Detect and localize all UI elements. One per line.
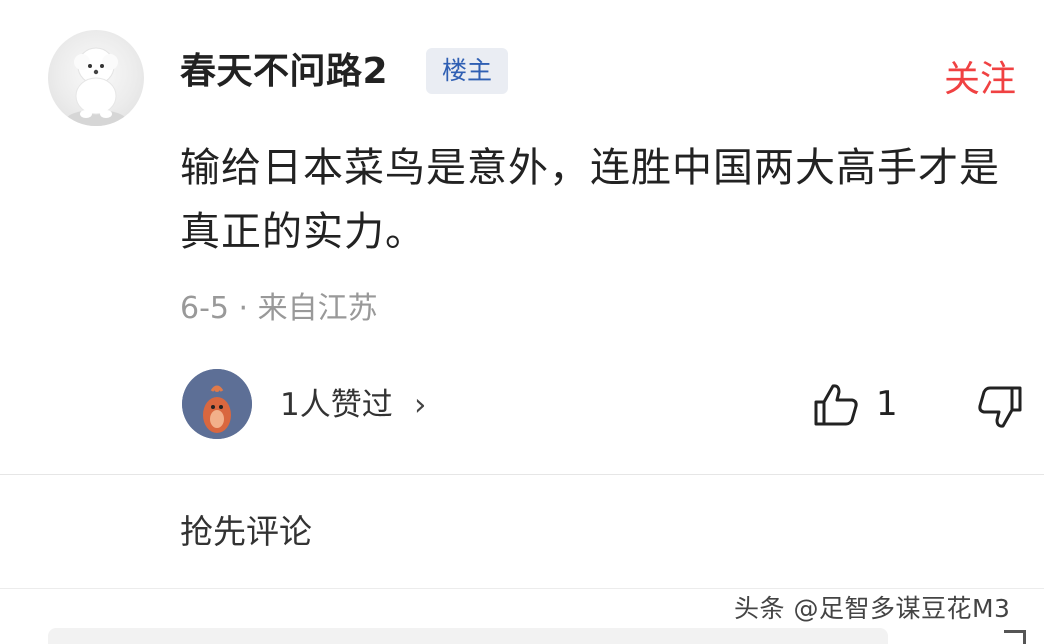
likers-summary[interactable]: 1人赞过 [280, 384, 393, 426]
thumb-up-icon[interactable] [812, 382, 860, 428]
comment-text: 输给日本菜鸟是意外，连胜中国两大高手才是真正的实力。 [180, 145, 1000, 255]
divider [0, 474, 1044, 475]
white-dog-avatar-icon [66, 47, 126, 126]
like-count: 1 [876, 384, 898, 424]
chevron-right-icon[interactable]: › [414, 384, 426, 426]
reply-input-bar[interactable] [48, 628, 888, 644]
comment-date: 6-5 [180, 291, 229, 326]
cartoon-avatar-icon [182, 369, 252, 439]
source-watermark: 头条 @足智多谋豆花M3 [734, 594, 1011, 623]
liker-avatar[interactable] [182, 369, 252, 439]
first-comment-prompt[interactable]: 抢先评论 [180, 510, 312, 554]
divider [0, 588, 1044, 589]
meta-separator: · [238, 291, 249, 326]
follow-button[interactable]: 关注 [944, 56, 1016, 104]
comment-meta: 6-5 · 来自江苏 [180, 288, 378, 330]
comment-location: 来自江苏 [257, 291, 378, 326]
user-avatar[interactable] [48, 30, 144, 126]
thumb-down-icon[interactable] [976, 384, 1024, 430]
username[interactable]: 春天不问路2 [180, 48, 388, 96]
comment-page: 春天不问路2 楼主 关注 输给日本菜鸟是意外，连胜中国两大高手才是真正的实力。 … [0, 0, 1044, 644]
author-badge: 楼主 [426, 48, 508, 94]
corner-icon [1004, 630, 1026, 644]
